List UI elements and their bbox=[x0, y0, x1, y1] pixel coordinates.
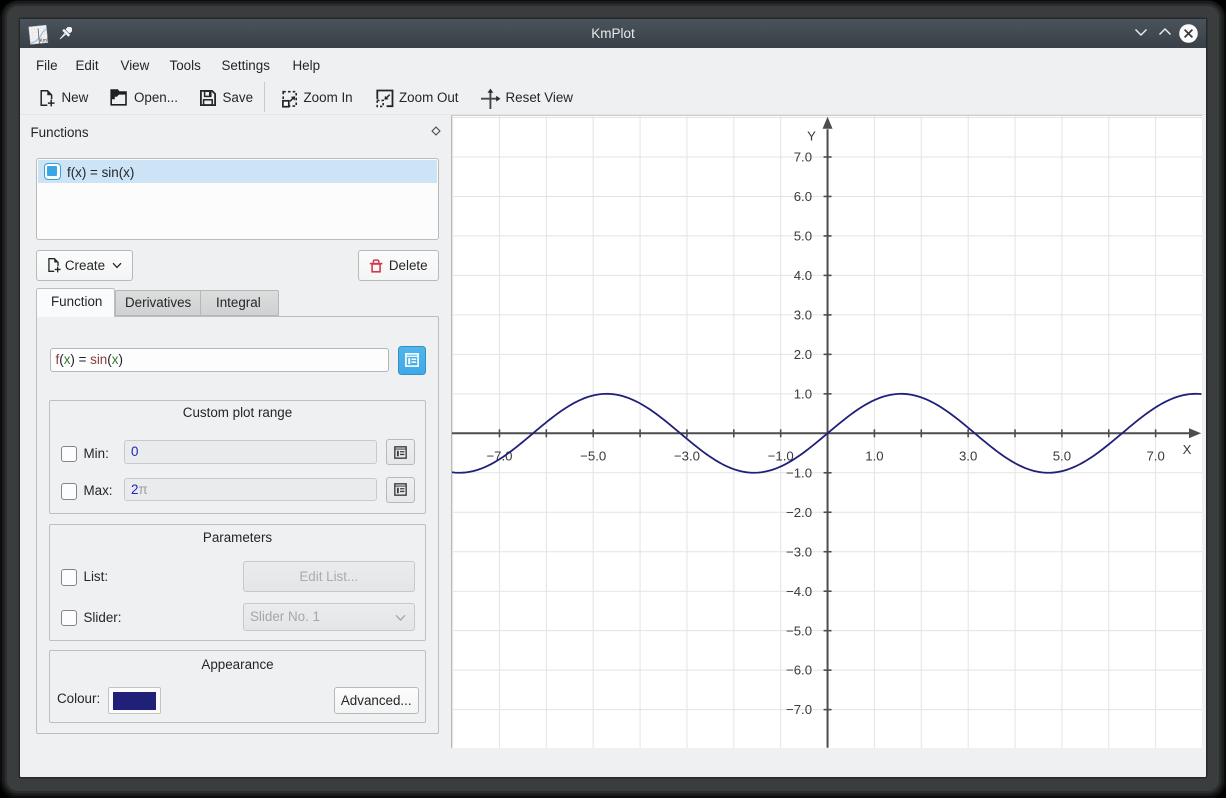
svg-text:−7.0: −7.0 bbox=[786, 702, 812, 717]
svg-text:7.0: 7.0 bbox=[1146, 448, 1164, 463]
svg-text:−6.0: −6.0 bbox=[786, 662, 812, 677]
svg-text:5.0: 5.0 bbox=[793, 228, 811, 243]
svg-text:3.0: 3.0 bbox=[958, 448, 976, 463]
svg-text:−3.0: −3.0 bbox=[786, 544, 812, 559]
svg-text:−1.0: −1.0 bbox=[786, 465, 812, 480]
svg-text:−7.0: −7.0 bbox=[486, 448, 512, 463]
svg-text:−5.0: −5.0 bbox=[580, 448, 606, 463]
svg-text:X: X bbox=[1182, 441, 1191, 456]
svg-text:1.0: 1.0 bbox=[793, 386, 811, 401]
svg-text:5.0: 5.0 bbox=[1052, 448, 1070, 463]
svg-text:−4.0: −4.0 bbox=[786, 583, 812, 598]
svg-text:7.0: 7.0 bbox=[793, 149, 811, 164]
svg-text:Y: Y bbox=[807, 128, 816, 143]
svg-text:6.0: 6.0 bbox=[793, 189, 811, 204]
svg-text:2.0: 2.0 bbox=[793, 346, 811, 361]
svg-text:3.0: 3.0 bbox=[793, 307, 811, 322]
svg-text:−2.0: −2.0 bbox=[786, 504, 812, 519]
svg-text:−5.0: −5.0 bbox=[786, 623, 812, 638]
svg-text:1.0: 1.0 bbox=[865, 448, 883, 463]
svg-text:−3.0: −3.0 bbox=[673, 448, 699, 463]
svg-text:4.0: 4.0 bbox=[793, 268, 811, 283]
